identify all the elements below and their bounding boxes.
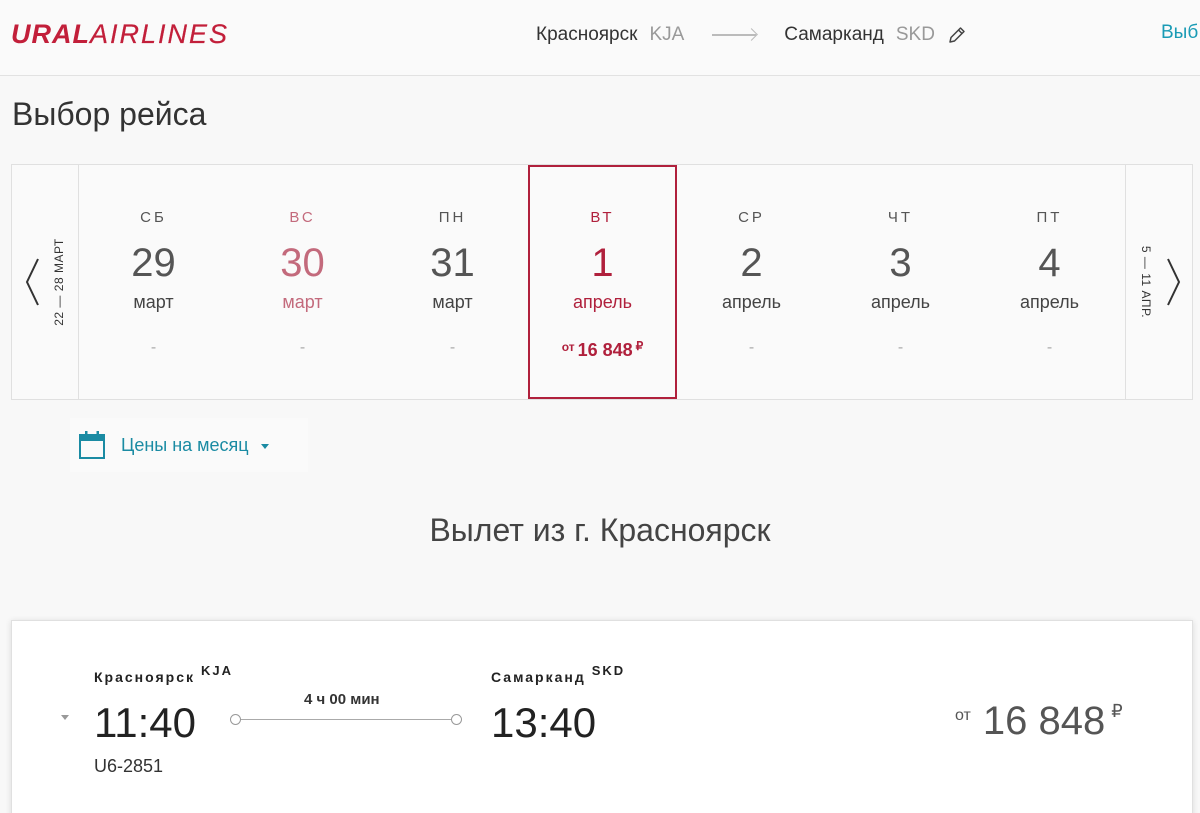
day-of-week: ВС: [289, 209, 316, 226]
header-nav-link[interactable]: Выб: [1161, 22, 1198, 44]
next-week-button[interactable]: 5 — 11 АПР.: [1125, 165, 1192, 399]
day-number: 30: [280, 241, 325, 285]
caret-down-icon: [260, 443, 269, 449]
date-option-2-apr[interactable]: СР 2 апрель -: [677, 165, 826, 399]
day-month: апрель: [1019, 292, 1080, 312]
day-month: март: [282, 292, 323, 312]
departure-dot-icon: [230, 714, 241, 725]
flight-number: U6-2851: [94, 756, 164, 776]
day-month: апрель: [572, 292, 633, 312]
price-from-label: от: [955, 707, 971, 724]
departure-airport: Красноярск KJA: [94, 663, 233, 685]
date-option-3-apr[interactable]: ЧТ 3 апрель -: [826, 165, 975, 399]
chevron-left-icon: [25, 258, 39, 306]
month-prices-label: Цены на месяц: [121, 434, 249, 455]
month-prices-dropdown[interactable]: Цены на месяц: [70, 418, 308, 472]
currency-symbol: ₽: [1111, 701, 1123, 721]
day-of-week: СР: [738, 209, 765, 226]
day-number: 31: [430, 241, 475, 285]
edit-pencil-icon[interactable]: [947, 25, 967, 45]
duration-bar: [240, 719, 452, 720]
date-option-30-mar[interactable]: ВС 30 март -: [228, 165, 377, 399]
price-amount: 16 848: [982, 699, 1106, 743]
day-number: 4: [1038, 241, 1061, 285]
route-summary[interactable]: Красноярск KJA Самарканд SKD: [536, 22, 967, 48]
day-month: март: [432, 292, 473, 312]
day-price: от 16 848 ₽: [530, 339, 675, 361]
day-price: -: [299, 339, 306, 356]
page-title: Выбор рейса: [12, 96, 207, 132]
day-of-week: ВТ: [590, 209, 615, 226]
arrival-city: Самарканд: [491, 669, 586, 685]
arrival-code: SKD: [591, 663, 626, 678]
top-header: URAL AIRLINES Красноярск KJA Самарканд SK…: [0, 0, 1200, 76]
date-option-4-apr[interactable]: ПТ 4 апрель -: [975, 165, 1124, 399]
route-arrow-icon: [712, 34, 757, 36]
day-price: -: [897, 339, 904, 356]
ural-airlines-logo[interactable]: URAL AIRLINES: [11, 18, 230, 49]
flight-card[interactable]: Красноярск KJA 11:40 U6-2851 4 ч 00 мин С…: [11, 620, 1193, 813]
departure-code: KJA: [201, 663, 234, 678]
departure-time: 11:40: [94, 699, 196, 746]
destination-code: SKD: [895, 24, 935, 45]
price-amount: 16 848: [577, 340, 633, 360]
calendar-icon: [79, 431, 105, 459]
date-selector: 22 — 28 МАРТ СБ 29 март - ВС 30 март - П…: [11, 164, 1193, 400]
arrival-dot-icon: [451, 714, 462, 725]
departure-city: Красноярск: [94, 669, 196, 685]
duration-line: [230, 714, 462, 725]
day-number: 1: [591, 241, 614, 285]
price-from-label: от: [561, 340, 575, 354]
day-of-week: ПТ: [1036, 209, 1063, 226]
expand-caret-icon[interactable]: [61, 715, 69, 720]
arrival-time: 13:40: [491, 699, 597, 746]
day-number: 2: [740, 241, 763, 285]
day-price: -: [748, 339, 755, 356]
day-number: 3: [889, 241, 912, 285]
day-month: апрель: [721, 292, 782, 312]
day-of-week: ПН: [438, 209, 467, 226]
prev-week-range: 22 — 28 МАРТ: [52, 238, 66, 326]
logo-part-ural: URAL: [11, 18, 90, 49]
next-week-range: 5 — 11 АПР.: [1139, 245, 1153, 319]
date-option-29-mar[interactable]: СБ 29 март -: [79, 165, 228, 399]
day-number: 29: [131, 241, 176, 285]
day-month: март: [133, 292, 174, 312]
departure-heading: Вылет из г. Красноярск: [429, 512, 771, 548]
day-price: -: [449, 339, 456, 356]
day-of-week: СБ: [140, 209, 167, 226]
day-price: -: [150, 339, 157, 356]
day-month: апрель: [870, 292, 931, 312]
chevron-right-icon: [1167, 258, 1181, 306]
flight-price[interactable]: от 16 848 ₽: [955, 699, 1123, 744]
date-option-1-apr-selected[interactable]: ВТ 1 апрель от 16 848 ₽: [528, 165, 677, 399]
origin-code: KJA: [649, 24, 685, 45]
flight-duration: 4 ч 00 мин: [304, 691, 380, 708]
logo-part-airlines: AIRLINES: [90, 18, 230, 49]
arrival-airport: Самарканд SKD: [491, 663, 625, 685]
destination-city: Самарканд: [784, 24, 884, 45]
prev-week-button[interactable]: 22 — 28 МАРТ: [12, 165, 79, 399]
currency-symbol: ₽: [635, 339, 644, 353]
origin-city: Красноярск: [536, 24, 638, 45]
day-price: -: [1046, 339, 1053, 356]
day-of-week: ЧТ: [887, 209, 914, 226]
date-option-31-mar[interactable]: ПН 31 март -: [378, 165, 527, 399]
